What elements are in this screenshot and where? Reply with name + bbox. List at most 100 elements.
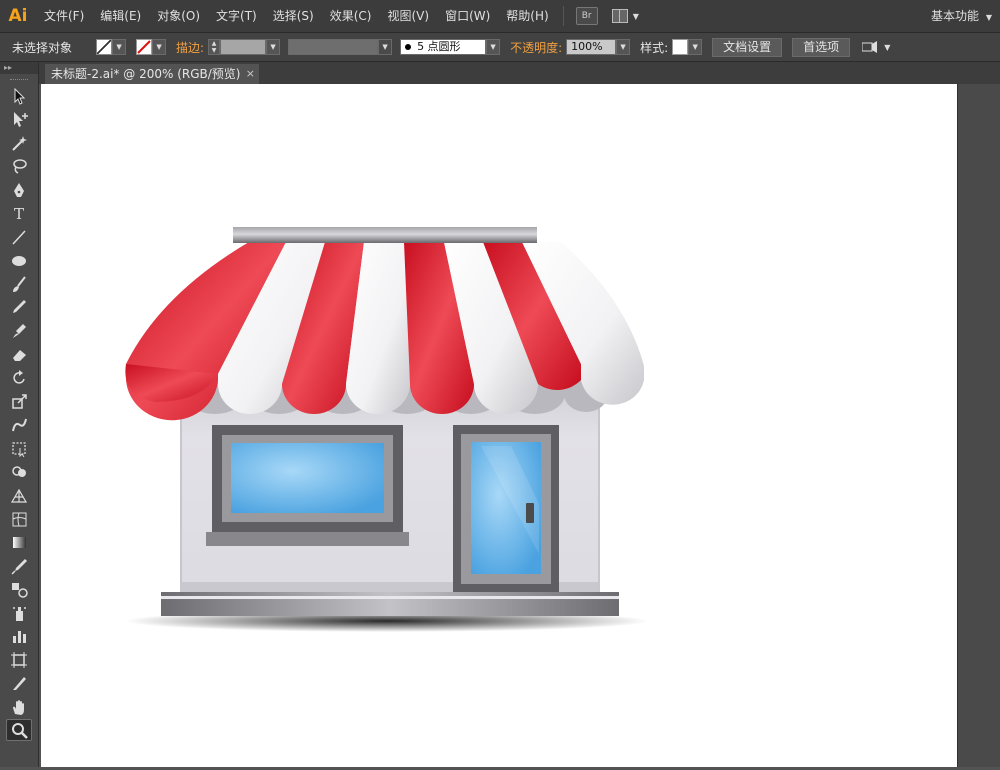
eyedropper-tool-button[interactable] <box>0 554 38 578</box>
variable-width-dropdown[interactable]: ▼ <box>378 39 393 55</box>
brush-definition-field[interactable]: 5 点圆形 <box>400 39 487 55</box>
lasso-tool-button[interactable] <box>0 155 38 179</box>
opacity-label[interactable]: 不透明度: <box>510 39 562 56</box>
graphic-style-swatch[interactable] <box>672 39 689 55</box>
menu-edit[interactable]: 编辑(E) <box>92 0 149 32</box>
menu-window[interactable]: 窗口(W) <box>437 0 498 32</box>
stepper-up-icon: ▲ <box>211 40 217 47</box>
type-tool-icon: T <box>14 205 24 222</box>
workspace-switcher[interactable]: 基本功能 ▼ <box>931 0 992 34</box>
artboard[interactable] <box>41 84 957 767</box>
pen-tool-button[interactable] <box>0 178 38 202</box>
pencil-tool-button[interactable] <box>0 296 38 320</box>
preferences-button[interactable]: 首选项 <box>792 37 851 57</box>
chevron-down-icon: ▼ <box>382 43 388 51</box>
free-transform-tool-button[interactable] <box>0 437 38 461</box>
workspace-label: 基本功能 <box>931 9 980 23</box>
magic-wand-tool-button[interactable] <box>0 131 38 155</box>
control-panel-menu[interactable]: ▼ <box>862 41 890 53</box>
chevron-down-icon: ▼ <box>985 13 992 22</box>
document-tab-bar: 未标题-2.ai* @ 200% (RGB/预览) × <box>39 62 1000 84</box>
perspective-grid-tool-icon <box>10 489 28 503</box>
menu-help[interactable]: 帮助(H) <box>498 0 556 32</box>
menu-type[interactable]: 文字(T) <box>208 0 265 32</box>
control-bar: 未选择对象 ▼ ▼ 描边: ▲ ▼ ▼ ▼ 5 点圆形 ▼ 不透明度: 100% … <box>0 33 1000 62</box>
stepper-down-icon: ▼ <box>211 47 217 54</box>
shape-builder-tool-icon <box>12 466 26 477</box>
tools-list: T <box>0 84 38 742</box>
scale-tool-button[interactable] <box>0 390 38 414</box>
mesh-tool-button[interactable] <box>0 507 38 531</box>
arrange-documents-button[interactable]: ▼ <box>611 9 639 23</box>
line-tool-button[interactable] <box>0 225 38 249</box>
variable-width-profile[interactable] <box>288 39 379 55</box>
chevron-down-icon: ▼ <box>632 11 639 21</box>
brush-dropdown[interactable]: ▼ <box>486 39 501 55</box>
shop-illustration <box>125 227 649 632</box>
menu-effect[interactable]: 效果(C) <box>322 0 380 32</box>
document-setup-button[interactable]: 文档设置 <box>712 37 783 57</box>
pen-tool-icon <box>14 182 24 197</box>
magic-wand-tool-icon <box>12 135 27 151</box>
menu-object[interactable]: 对象(O) <box>149 0 208 32</box>
symbol-sprayer-tool-icon <box>13 606 26 621</box>
app-logo: Ai <box>8 6 28 26</box>
type-tool-button[interactable]: T <box>0 202 38 226</box>
stroke-label[interactable]: 描边: <box>176 39 204 56</box>
brush-dot-icon <box>405 44 412 50</box>
zoom-tool-button[interactable] <box>0 719 38 743</box>
ellipse-tool-button[interactable] <box>0 249 38 273</box>
grip-line <box>10 78 28 80</box>
eraser-tool-icon <box>13 350 26 362</box>
stroke-weight-field[interactable] <box>220 39 267 55</box>
selection-tool-icon <box>14 87 26 105</box>
menu-view[interactable]: 视图(V) <box>379 0 437 32</box>
bridge-button[interactable]: Br <box>575 7 598 25</box>
document-tab[interactable]: 未标题-2.ai* @ 200% (RGB/预览) × <box>45 64 259 84</box>
opacity-dropdown[interactable]: ▼ <box>616 39 631 55</box>
rotate-tool-button[interactable] <box>0 366 38 390</box>
menu-separator <box>562 6 564 26</box>
shape-builder-tool-button[interactable] <box>0 460 38 484</box>
opacity-field[interactable]: 100% <box>566 39 617 55</box>
paintbrush-tool-button[interactable] <box>0 272 38 296</box>
blend-tool-button[interactable] <box>0 578 38 602</box>
stroke-swatch[interactable] <box>136 39 153 55</box>
window-sill <box>206 532 409 546</box>
shop-base <box>161 592 619 616</box>
artboard-tool-icon <box>11 651 27 668</box>
perspective-grid-tool-button[interactable] <box>0 484 38 508</box>
fill-swatch[interactable] <box>96 39 113 55</box>
warp-tool-icon <box>12 418 27 431</box>
awning-top-bar <box>233 227 537 243</box>
slice-tool-button[interactable] <box>0 672 38 696</box>
column-graph-tool-button[interactable] <box>0 625 38 649</box>
panel-collapse-handle[interactable]: ▸▸ <box>0 62 38 74</box>
canvas-area[interactable] <box>39 84 957 767</box>
direct-selection-tool-button[interactable] <box>0 108 38 132</box>
blob-brush-tool-button[interactable] <box>0 319 38 343</box>
stroke-weight-stepper[interactable]: ▲ ▼ <box>208 39 221 55</box>
artboard-tool-button[interactable] <box>0 648 38 672</box>
graphic-style-dropdown[interactable]: ▼ <box>688 39 703 55</box>
warp-tool-button[interactable] <box>0 413 38 437</box>
no-stroke-icon <box>137 40 151 54</box>
stroke-dropdown[interactable]: ▼ <box>152 39 167 55</box>
close-icon[interactable]: × <box>246 64 255 84</box>
menu-file[interactable]: 文件(F) <box>36 0 92 32</box>
fill-dropdown[interactable]: ▼ <box>112 39 127 55</box>
stroke-weight-dropdown[interactable]: ▼ <box>266 39 281 55</box>
symbol-sprayer-tool-button[interactable] <box>0 601 38 625</box>
hand-tool-button[interactable] <box>0 695 38 719</box>
paintbrush-tool-icon <box>13 276 26 292</box>
menu-select[interactable]: 选择(S) <box>265 0 322 32</box>
gradient-tool-button[interactable] <box>0 531 38 555</box>
mesh-tool-icon <box>12 512 27 527</box>
panel-grip[interactable] <box>0 74 38 84</box>
eraser-tool-button[interactable] <box>0 343 38 367</box>
slice-tool-icon <box>13 677 26 691</box>
rotate-tool-icon <box>13 369 25 384</box>
eyedropper-tool-icon <box>11 558 27 575</box>
selection-tool-button[interactable] <box>0 84 38 108</box>
gradient-tool-icon <box>13 537 26 549</box>
